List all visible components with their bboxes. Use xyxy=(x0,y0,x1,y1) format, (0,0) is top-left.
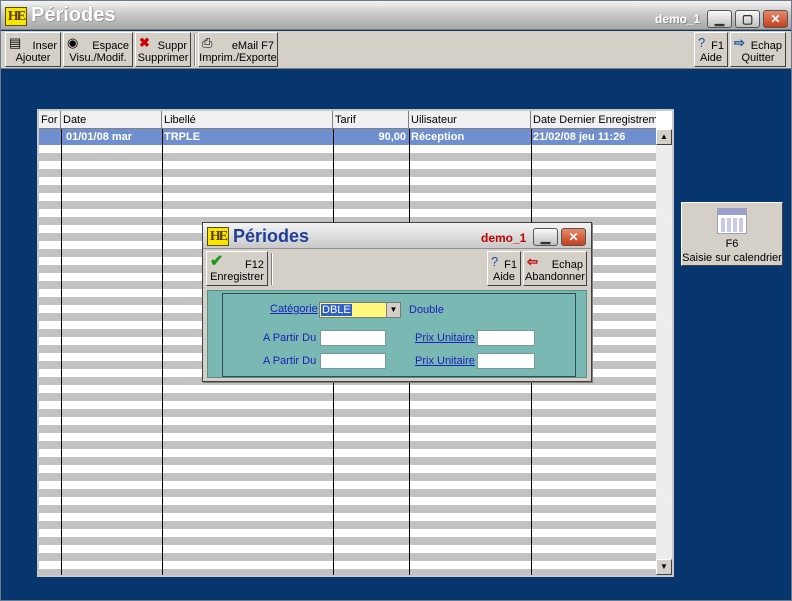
form-panel: Catégorie DBLE ▼ Double A Partir Du Prix… xyxy=(222,293,576,377)
add-doc-icon: ▤ xyxy=(9,35,22,50)
col-header-libelle[interactable]: Libellé xyxy=(162,111,333,129)
period-form: Catégorie DBLE ▼ Double A Partir Du Prix… xyxy=(207,290,587,378)
column-divider xyxy=(162,129,163,575)
dialog-logo: HE xyxy=(207,227,229,246)
cell-for xyxy=(39,129,61,145)
dialog-close-button[interactable]: ✕ xyxy=(561,228,586,246)
help-button[interactable]: ? F1 Aide xyxy=(694,32,728,67)
minimize-button[interactable]: ▁ xyxy=(707,10,732,28)
grid-header: For Date Libellé Tarif Uilisateur Date D… xyxy=(39,111,656,129)
delete-x-icon: ✖ xyxy=(139,35,150,50)
col-header-for[interactable]: For xyxy=(39,111,61,129)
cell-utilisateur: Réception xyxy=(411,131,465,143)
from-date-field-1[interactable] xyxy=(320,330,386,346)
calendar-entry-button[interactable]: F6 Saisie sur calendrier xyxy=(681,202,783,266)
unit-price-label-2: Prix Unitaire xyxy=(415,355,475,367)
exit-icon: ⇨ xyxy=(734,35,745,50)
unit-price-field-2[interactable] xyxy=(477,353,535,369)
title-bar: HE Périodes demo_1 ▁ ▢ ✕ xyxy=(1,1,791,30)
unit-price-label-1: Prix Unitaire xyxy=(415,332,475,344)
column-divider xyxy=(61,129,62,575)
cell-libelle: TRPLE xyxy=(164,131,201,143)
help-icon: ? xyxy=(698,35,706,50)
dialog-toolbar: ✔ F12 Enregistrer ? F1 Aide ⇦ Echap Aban… xyxy=(203,250,591,288)
from-date-label-1: A Partir Du xyxy=(263,332,317,344)
view-edit-button[interactable]: ◉ Espace Visu./Modif. xyxy=(63,32,133,67)
delete-button[interactable]: ✖ Suppr Supprimer xyxy=(135,32,191,67)
cancel-button[interactable]: ⇦ Echap Abandonner xyxy=(523,251,587,286)
scroll-down-icon[interactable]: ▼ xyxy=(656,559,672,575)
eye-icon: ◉ xyxy=(67,35,79,50)
app-logo: HE xyxy=(5,7,27,26)
checkmark-icon: ✔ xyxy=(210,253,224,270)
printer-icon: ⎙ xyxy=(202,35,213,50)
dialog-help-button[interactable]: ? F1 Aide xyxy=(487,251,521,286)
category-description: Double xyxy=(409,304,444,316)
dialog-user: demo_1 xyxy=(481,231,527,245)
maximize-button[interactable]: ▢ xyxy=(735,10,760,28)
dialog-title-bar: HE Périodes demo_1 ▁ ✕ xyxy=(203,223,591,249)
window-user: demo_1 xyxy=(655,12,701,26)
main-toolbar: ▤ Inser Ajouter ◉ Espace Visu./Modif. ✖ … xyxy=(1,31,791,69)
from-date-label-2: A Partir Du xyxy=(263,355,317,367)
category-label: Catégorie xyxy=(270,303,318,315)
col-header-date[interactable]: Date xyxy=(61,111,162,129)
quit-button[interactable]: ⇨ Echap Quitter xyxy=(730,32,786,67)
periods-dialog: HE Périodes demo_1 ▁ ✕ ✔ F12 Enregistrer… xyxy=(202,222,592,382)
toolbar-separator xyxy=(194,34,196,66)
col-header-tarif[interactable]: Tarif xyxy=(333,111,409,129)
help-icon: ? xyxy=(491,254,499,269)
window-title: Périodes xyxy=(31,4,116,26)
chevron-down-icon[interactable]: ▼ xyxy=(386,303,400,317)
col-header-date-dernier[interactable]: Date Dernier Enregistrem xyxy=(531,111,656,129)
col-header-utilisateur[interactable]: Uilisateur xyxy=(409,111,531,129)
dialog-title: Périodes xyxy=(233,226,310,246)
cell-tarif: 90,00 xyxy=(378,131,406,143)
table-row[interactable]: 01/01/08 mar TRPLE 90,00 Réception 21/02… xyxy=(39,129,656,145)
category-select[interactable]: DBLE ▼ xyxy=(319,302,401,318)
print-export-button[interactable]: ⎙ eMail F7 Imprim./Exporte xyxy=(198,32,278,67)
abandon-icon: ⇦ xyxy=(527,254,538,269)
cell-date-dernier: 21/02/08 jeu 11:26 xyxy=(533,131,626,143)
save-button[interactable]: ✔ F12 Enregistrer xyxy=(206,251,268,286)
cell-date: 01/01/08 mar xyxy=(66,131,133,143)
vertical-scrollbar[interactable]: ▲ ▼ xyxy=(656,129,672,575)
close-button[interactable]: ✕ xyxy=(763,10,788,28)
scroll-up-icon[interactable]: ▲ xyxy=(656,129,672,145)
add-button[interactable]: ▤ Inser Ajouter xyxy=(5,32,61,67)
calendar-icon xyxy=(717,208,747,234)
dialog-minimize-button[interactable]: ▁ xyxy=(533,228,558,246)
toolbar-separator xyxy=(271,253,273,285)
unit-price-field-1[interactable] xyxy=(477,330,535,346)
main-window: HE Périodes demo_1 ▁ ▢ ✕ ▤ Inser Ajouter… xyxy=(0,0,792,601)
from-date-field-2[interactable] xyxy=(320,353,386,369)
